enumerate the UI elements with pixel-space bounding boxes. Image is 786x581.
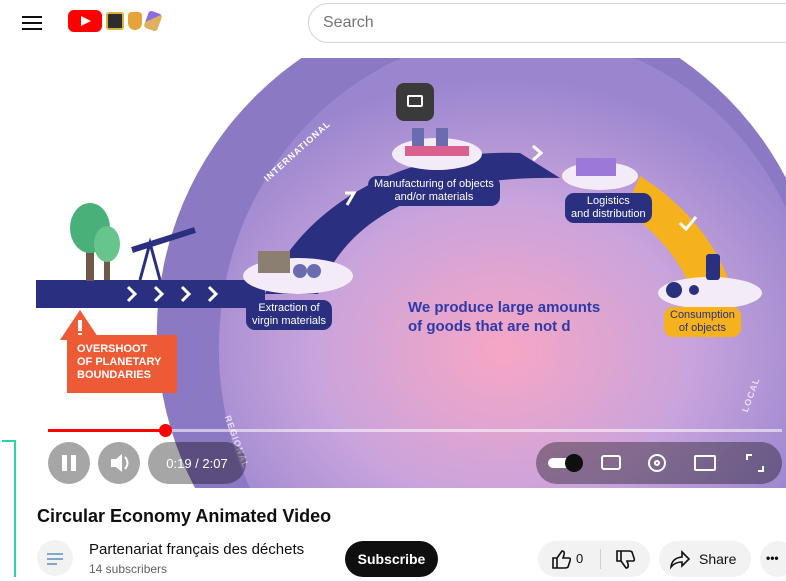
- share-button[interactable]: Share: [659, 541, 751, 577]
- subscribe-button[interactable]: Subscribe: [345, 541, 438, 577]
- doodle-trophy-icon: [128, 12, 142, 30]
- doodle-icon: [106, 12, 124, 30]
- like-dislike-group: 0: [538, 541, 650, 577]
- video-player[interactable]: INTERNATIONAL REGIONAL LOCAL Extraction …: [0, 58, 786, 488]
- youtube-logo[interactable]: [68, 10, 163, 32]
- thumbs-down-icon: [616, 550, 636, 569]
- share-icon: [669, 550, 691, 570]
- thumbs-up-icon: [552, 550, 572, 569]
- step-manufacturing: Manufacturing of objects and/or material…: [368, 176, 500, 206]
- search-input[interactable]: [309, 4, 786, 42]
- fullscreen-icon[interactable]: [742, 450, 768, 476]
- volume-button[interactable]: [98, 442, 140, 484]
- more-actions-button[interactable]: •••: [760, 541, 786, 577]
- time-display: 0:19 / 2:07: [148, 442, 246, 484]
- captions-icon[interactable]: [598, 450, 624, 476]
- volume-icon: [111, 454, 129, 472]
- step-consumption: Consumption of objects: [664, 307, 741, 337]
- dislike-button[interactable]: [602, 541, 650, 577]
- search-box[interactable]: [308, 3, 786, 43]
- miniplayer-icon[interactable]: [692, 450, 718, 476]
- doodle-hammer-icon: [143, 10, 163, 32]
- menu-icon[interactable]: [22, 14, 42, 32]
- video-headline: We produce large amounts of goods that a…: [408, 299, 601, 335]
- more-icon: •••: [766, 551, 779, 565]
- youtube-play-icon: [68, 10, 102, 32]
- like-count: 0: [576, 551, 584, 566]
- overshoot-box: OVERSHOOT OF PLANETARY BOUNDARIES: [67, 335, 177, 393]
- pause-icon: [62, 455, 67, 471]
- progress-played: [48, 429, 166, 432]
- player-right-controls: [536, 442, 782, 484]
- time-text: 0:19 / 2:07: [166, 455, 228, 471]
- pip-icon[interactable]: [396, 83, 434, 121]
- video-frame: [36, 58, 786, 488]
- navy-road: [36, 280, 265, 308]
- channel-name[interactable]: Partenariat français des déchets: [89, 541, 304, 558]
- share-label: Share: [699, 551, 737, 567]
- autoplay-toggle[interactable]: [548, 450, 583, 476]
- channel-avatar[interactable]: [37, 540, 73, 576]
- video-title: Circular Economy Animated Video: [37, 506, 332, 526]
- like-button[interactable]: 0: [538, 541, 600, 577]
- accent-outline: [2, 440, 16, 577]
- step-logistics: Logistics and distribution: [565, 193, 652, 223]
- pause-button[interactable]: [48, 442, 90, 484]
- subscriber-count: 14 subscribers: [89, 562, 168, 576]
- settings-icon[interactable]: [644, 450, 670, 476]
- step-extraction: Extraction of virgin materials: [246, 300, 332, 330]
